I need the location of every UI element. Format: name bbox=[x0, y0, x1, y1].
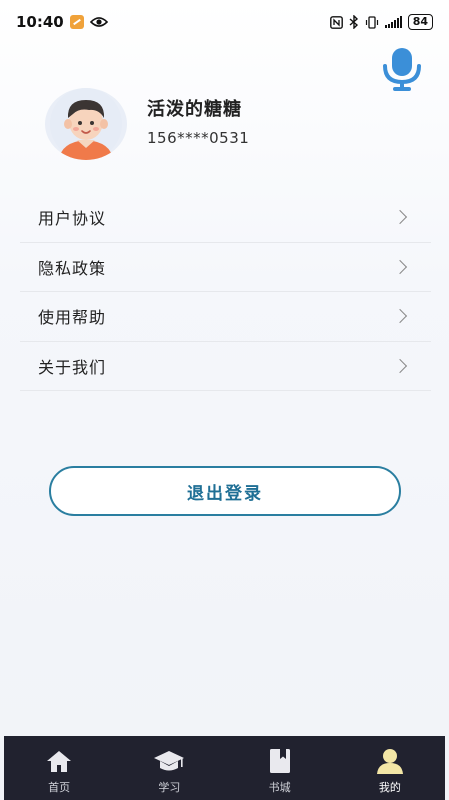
user-icon bbox=[376, 749, 403, 774]
battery-indicator: 84 bbox=[407, 14, 433, 30]
eye-icon bbox=[89, 17, 108, 27]
nav-item-bookstore[interactable]: 书城 bbox=[225, 736, 335, 800]
nav-item-study[interactable]: 学习 bbox=[114, 736, 224, 800]
status-right: 84 bbox=[329, 14, 433, 30]
nav-label: 我的 bbox=[378, 781, 401, 794]
notification-icon bbox=[69, 15, 84, 29]
menu-item-label: 隐私政策 bbox=[38, 258, 107, 278]
user-info: 活泼的糖糖 156****0531 bbox=[147, 95, 249, 147]
chevron-right-icon bbox=[392, 358, 408, 373]
nav-label: 书城 bbox=[268, 781, 291, 794]
chevron-right-icon bbox=[392, 259, 408, 274]
signal-icon bbox=[384, 16, 402, 28]
chevron-right-icon bbox=[392, 210, 408, 225]
user-phone: 156****0531 bbox=[147, 129, 250, 147]
profile-screen: 10:40 84 活泼的糖糖 156****0531 用户协议 隐私政策 使用帮… bbox=[0, 0, 449, 800]
nav-item-home[interactable]: 首页 bbox=[4, 736, 114, 800]
avatar-illustration bbox=[50, 88, 122, 160]
nav-label: 首页 bbox=[48, 781, 71, 794]
microphone-icon[interactable] bbox=[381, 46, 423, 92]
status-time: 10:40 bbox=[16, 13, 64, 31]
user-name: 活泼的糖糖 bbox=[147, 99, 242, 120]
nav-item-mine[interactable]: 我的 bbox=[335, 736, 445, 800]
chevron-right-icon bbox=[392, 309, 408, 324]
menu-item-label: 使用帮助 bbox=[38, 308, 107, 328]
menu-item-privacy-policy[interactable]: 隐私政策 bbox=[20, 243, 431, 292]
graduation-cap-icon bbox=[154, 751, 185, 771]
vibrate-icon bbox=[365, 15, 378, 29]
menu-item-label: 关于我们 bbox=[38, 357, 107, 377]
bluetooth-icon bbox=[349, 15, 358, 29]
nfc-icon bbox=[329, 15, 343, 29]
logout-button[interactable]: 退出登录 bbox=[49, 466, 401, 516]
status-bar: 10:40 84 bbox=[0, 0, 449, 44]
nav-label: 学习 bbox=[158, 781, 181, 794]
menu-item-label: 用户协议 bbox=[38, 209, 107, 229]
settings-menu: 用户协议 隐私政策 使用帮助 关于我们 bbox=[20, 193, 431, 391]
book-icon bbox=[269, 749, 290, 773]
menu-item-user-agreement[interactable]: 用户协议 bbox=[20, 193, 431, 243]
menu-item-about-us[interactable]: 关于我们 bbox=[20, 342, 431, 391]
avatar[interactable] bbox=[45, 88, 127, 160]
bottom-nav: 首页 学习 书城 我的 bbox=[4, 736, 445, 800]
profile-header[interactable]: 活泼的糖糖 156****0531 bbox=[45, 88, 249, 160]
home-icon bbox=[47, 751, 72, 772]
menu-item-help[interactable]: 使用帮助 bbox=[20, 292, 431, 342]
status-left: 10:40 bbox=[16, 13, 108, 31]
